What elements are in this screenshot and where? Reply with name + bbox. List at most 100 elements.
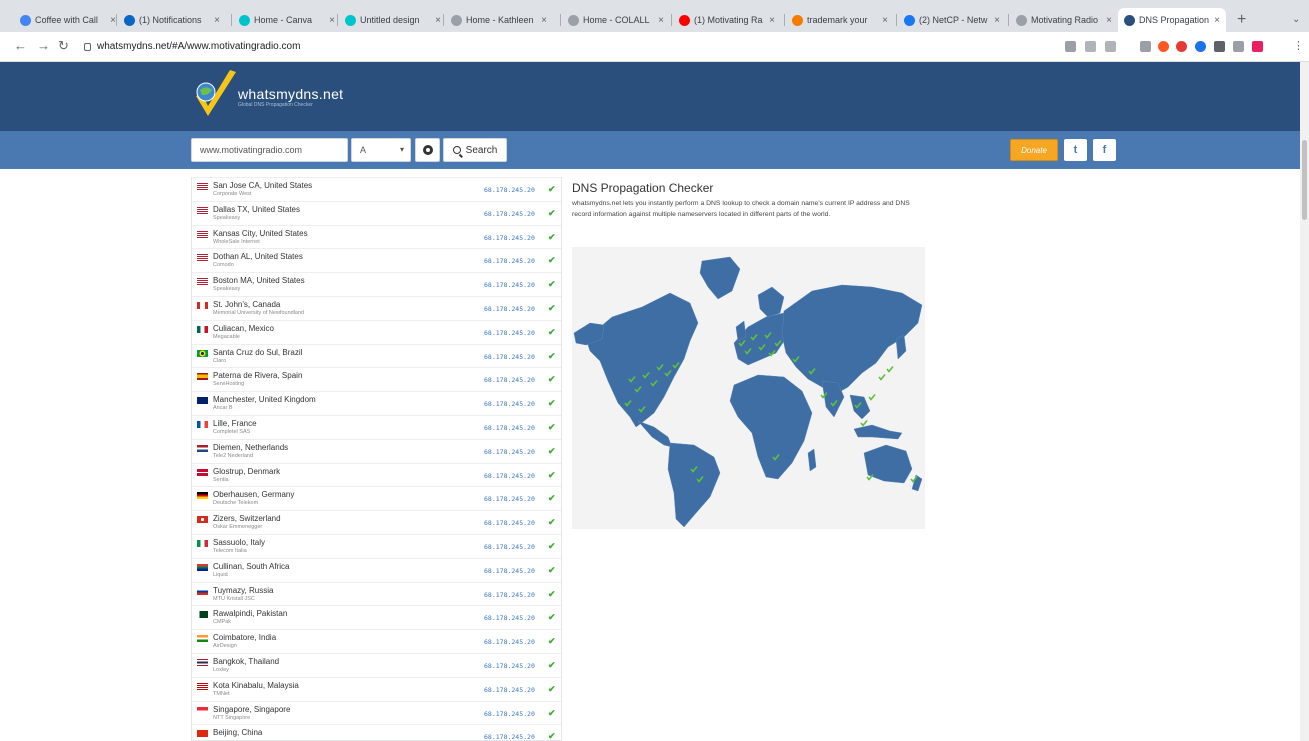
check-icon: ✔ bbox=[548, 707, 556, 718]
browser-tab[interactable]: (1) Notifications × bbox=[118, 8, 226, 32]
ip-address[interactable]: 68.178.245.20 bbox=[484, 234, 535, 242]
table-row[interactable]: San Jose CA, United States Corporate West… bbox=[192, 177, 561, 201]
ip-address[interactable]: 68.178.245.20 bbox=[484, 495, 535, 503]
extension-icon[interactable] bbox=[1158, 41, 1169, 52]
browser-tab[interactable]: Coffee with Call × bbox=[14, 8, 122, 32]
table-row[interactable]: Bangkok, Thailand Loxley 68.178.245.20 ✔ bbox=[192, 652, 561, 677]
table-row[interactable]: Dothan AL, United States Comodo 68.178.245… bbox=[192, 248, 561, 272]
table-row[interactable]: Coimbatore, India AirDesign 68.178.245.20 ✔ bbox=[192, 629, 561, 653]
table-row[interactable]: Manchester, United Kingdom Ancar B 68.178.… bbox=[192, 391, 561, 415]
close-icon[interactable]: × bbox=[329, 15, 335, 26]
close-icon[interactable]: × bbox=[658, 15, 664, 26]
close-icon[interactable]: × bbox=[214, 15, 220, 26]
tab-search-chevron-icon[interactable]: ⌄ bbox=[1292, 14, 1300, 25]
ip-address[interactable]: 68.178.245.20 bbox=[484, 186, 535, 194]
browser-tab[interactable]: Motivating Radio × bbox=[1010, 8, 1118, 32]
facebook-button[interactable]: f bbox=[1093, 139, 1116, 161]
ip-address[interactable]: 68.178.245.20 bbox=[484, 210, 535, 218]
ip-address[interactable]: 68.178.245.20 bbox=[484, 614, 535, 622]
browser-tab[interactable]: DNS Propagation × bbox=[1118, 8, 1226, 32]
search-button[interactable]: Search bbox=[443, 138, 507, 162]
ip-address[interactable]: 68.178.245.20 bbox=[484, 329, 535, 337]
table-row[interactable]: Singapore, Singapore NTT Singapore 68.178.… bbox=[192, 700, 561, 725]
ip-address[interactable]: 68.178.245.20 bbox=[484, 662, 535, 670]
url-field[interactable]: whatsmydns.net/#A/www.motivatingradio.co… bbox=[84, 41, 300, 52]
table-row[interactable]: Paterna de Rivera, Spain ServiHosting 68.1… bbox=[192, 367, 561, 391]
extension-icon[interactable] bbox=[1140, 41, 1151, 52]
table-row[interactable]: Beijing, China 68.178.245.20 ✔ bbox=[192, 724, 561, 740]
ip-address[interactable]: 68.178.245.20 bbox=[484, 567, 535, 575]
table-row[interactable]: Diemen, Netherlands Tele2 Nederland 68.178… bbox=[192, 438, 561, 463]
table-row[interactable]: Sassuolo, Italy Telecom Italia 68.178.245.… bbox=[192, 533, 561, 558]
browser-tab[interactable]: trademark your × bbox=[786, 8, 894, 32]
ip-address[interactable]: 68.178.245.20 bbox=[484, 353, 535, 361]
domain-input[interactable] bbox=[191, 138, 348, 162]
table-row[interactable]: Cullinan, South Africa Liquid 68.178.245.2… bbox=[192, 557, 561, 582]
server-provider: Deutsche Telekom bbox=[213, 500, 259, 507]
table-row[interactable]: Lille, France Completel SAS 68.178.245.20 ✔ bbox=[192, 414, 561, 439]
ip-address[interactable]: 68.178.245.20 bbox=[484, 400, 535, 408]
close-icon[interactable]: × bbox=[994, 15, 1000, 26]
table-row[interactable]: Kansas City, United States WholeSale Inte… bbox=[192, 224, 561, 249]
logo-text[interactable]: whatsmydns.net bbox=[238, 86, 343, 102]
ip-address[interactable]: 68.178.245.20 bbox=[484, 591, 535, 599]
ip-address[interactable]: 68.178.245.20 bbox=[484, 305, 535, 313]
ip-address[interactable]: 68.178.245.20 bbox=[484, 543, 535, 551]
browser-tab[interactable]: Home - Kathleen × bbox=[445, 8, 553, 32]
table-row[interactable]: Rawalpindi, Pakistan CMPak 68.178.245.20 ✔ bbox=[192, 605, 561, 629]
sidebar-icon[interactable] bbox=[1233, 41, 1244, 52]
browser-tab[interactable]: Home - COLALL × bbox=[562, 8, 670, 32]
settings-button[interactable] bbox=[415, 138, 440, 162]
browser-menu-icon[interactable]: ⋮ bbox=[1293, 39, 1304, 52]
record-type-select[interactable]: A ▾ bbox=[351, 138, 411, 162]
table-row[interactable]: Culiacan, Mexico Megacable 68.178.245.20 ✔ bbox=[192, 319, 561, 344]
browser-tab[interactable]: (2) NetCP - Netw × bbox=[898, 8, 1006, 32]
bookmark-star-icon[interactable] bbox=[1105, 41, 1116, 52]
close-icon[interactable]: × bbox=[1106, 15, 1112, 26]
new-tab-button[interactable]: + bbox=[1237, 11, 1246, 29]
browser-tab[interactable]: Untitled design × bbox=[339, 8, 447, 32]
ip-address[interactable]: 68.178.245.20 bbox=[484, 638, 535, 646]
table-row[interactable]: Oberhausen, Germany Deutsche Telekom 68.17… bbox=[192, 486, 561, 510]
donate-button[interactable]: Donate bbox=[1010, 139, 1058, 161]
table-row[interactable]: Boston MA, United States Speakeasy 68.178.… bbox=[192, 272, 561, 296]
ip-address[interactable]: 68.178.245.20 bbox=[484, 472, 535, 480]
browser-tab[interactable]: (1) Motivating Ra × bbox=[673, 8, 781, 32]
close-icon[interactable]: × bbox=[769, 15, 775, 26]
table-row[interactable]: Santa Cruz do Sul, Brazil Claro 68.178.245… bbox=[192, 343, 561, 368]
table-row[interactable]: Tuymazy, Russia MTU Kristall JSC 68.178.24… bbox=[192, 581, 561, 606]
table-row[interactable]: Dallas TX, United States Speakeasy 68.178.… bbox=[192, 200, 561, 225]
ip-address[interactable]: 68.178.245.20 bbox=[484, 710, 535, 718]
ip-address[interactable]: 68.178.245.20 bbox=[484, 686, 535, 694]
table-row[interactable]: Kota Kinabalu, Malaysia TMNet 68.178.245.2… bbox=[192, 676, 561, 701]
ip-address[interactable]: 68.178.245.20 bbox=[484, 257, 535, 265]
back-button[interactable]: ← bbox=[14, 38, 27, 53]
extension-icon[interactable] bbox=[1065, 41, 1076, 52]
logo-checkmark-globe-icon[interactable] bbox=[190, 68, 240, 122]
forward-button[interactable]: → bbox=[37, 38, 50, 53]
ip-address[interactable]: 68.178.245.20 bbox=[484, 519, 535, 527]
tab-title: Home - Canva bbox=[254, 15, 313, 25]
table-row[interactable]: St. John's, Canada Memorial University of… bbox=[192, 295, 561, 320]
ip-address[interactable]: 68.178.245.20 bbox=[484, 733, 535, 740]
close-icon[interactable]: × bbox=[541, 15, 547, 26]
scrollbar-thumb[interactable] bbox=[1302, 140, 1307, 220]
tab-title: trademark your bbox=[807, 15, 868, 25]
puzzle-icon[interactable] bbox=[1214, 41, 1225, 52]
twitter-button[interactable]: t bbox=[1064, 139, 1087, 161]
extension-icon[interactable] bbox=[1176, 41, 1187, 52]
close-icon[interactable]: × bbox=[882, 15, 888, 26]
close-icon[interactable]: × bbox=[1214, 15, 1220, 26]
close-icon[interactable]: × bbox=[435, 15, 441, 26]
browser-tab[interactable]: Home - Canva × bbox=[233, 8, 341, 32]
ip-address[interactable]: 68.178.245.20 bbox=[484, 281, 535, 289]
extension-icon[interactable] bbox=[1195, 41, 1206, 52]
share-icon[interactable] bbox=[1085, 41, 1096, 52]
table-row[interactable]: Glostrup, Denmark Sentia 68.178.245.20 ✔ bbox=[192, 462, 561, 487]
ip-address[interactable]: 68.178.245.20 bbox=[484, 376, 535, 384]
extension-icon[interactable] bbox=[1252, 41, 1263, 52]
ip-address[interactable]: 68.178.245.20 bbox=[484, 424, 535, 432]
ip-address[interactable]: 68.178.245.20 bbox=[484, 448, 535, 456]
reload-button[interactable]: ↻ bbox=[58, 38, 69, 54]
table-row[interactable]: Zizers, Switzerland Oskar Emmenegger 68.17… bbox=[192, 510, 561, 534]
